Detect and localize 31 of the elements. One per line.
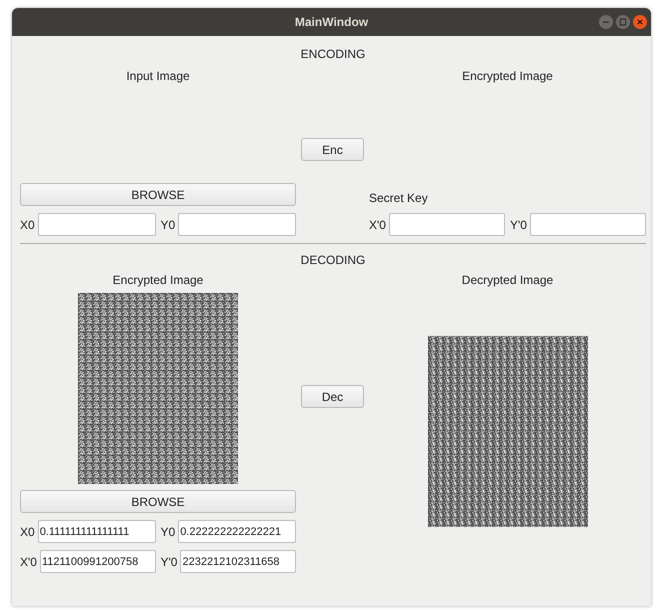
browse-button[interactable]: BROWSE bbox=[20, 183, 296, 206]
input-field[interactable] bbox=[38, 213, 156, 236]
image-label: Input Image bbox=[126, 68, 190, 84]
secret-key-label: Secret Key bbox=[369, 190, 428, 206]
input-field[interactable]: 0.111111111111111 bbox=[38, 520, 156, 543]
input-field[interactable]: 0.222222222222221 bbox=[178, 520, 296, 543]
input-field[interactable] bbox=[530, 213, 646, 236]
field-label: X0 bbox=[20, 216, 35, 232]
input-field[interactable] bbox=[388, 213, 505, 236]
section-heading: ENCODING bbox=[300, 46, 366, 62]
window-title: MainWindow bbox=[294, 14, 368, 30]
field-label: Y'0 bbox=[160, 554, 178, 570]
field-label: Y0 bbox=[160, 524, 176, 540]
input-field[interactable]: 2232212102311658 bbox=[180, 550, 296, 573]
section-heading: DECODING bbox=[300, 252, 366, 268]
decrypt-button[interactable]: Dec bbox=[301, 385, 364, 408]
encrypt-button[interactable]: Enc bbox=[301, 138, 364, 161]
field-label: X'0 bbox=[369, 216, 386, 232]
close-icon[interactable] bbox=[633, 15, 647, 29]
input-field[interactable]: 1121100991200758 bbox=[40, 550, 156, 573]
minimize-icon[interactable] bbox=[599, 15, 613, 29]
image-label: Encrypted Image bbox=[462, 68, 553, 84]
browse-button[interactable]: BROWSE bbox=[20, 490, 296, 513]
input-field[interactable] bbox=[178, 213, 296, 236]
field-label: Y'0 bbox=[510, 216, 527, 232]
image-label: Decrypted Image bbox=[462, 272, 554, 288]
maximize-icon[interactable] bbox=[616, 15, 630, 29]
field-label: X0 bbox=[20, 524, 35, 540]
field-label: X'0 bbox=[20, 554, 37, 570]
image-label: Encrypted Image bbox=[112, 272, 204, 288]
field-label: Y0 bbox=[160, 216, 176, 232]
